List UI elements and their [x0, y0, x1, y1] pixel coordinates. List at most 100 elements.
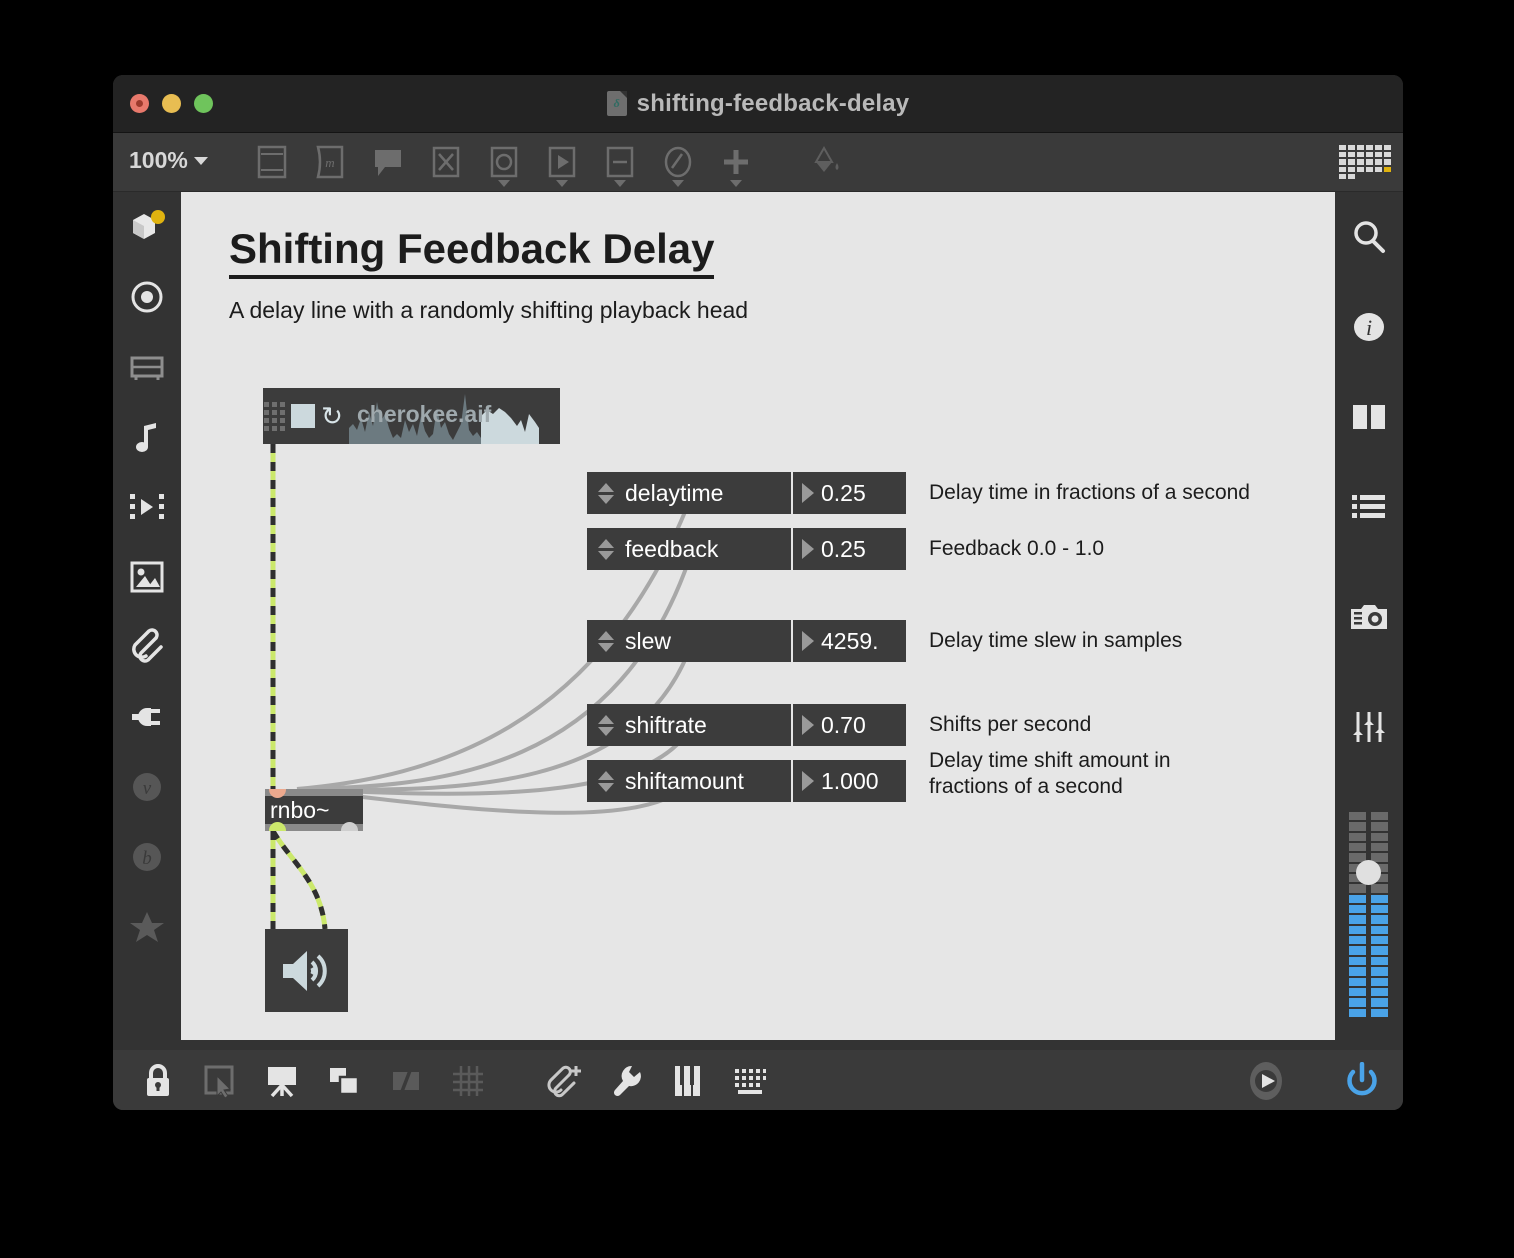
keyboard-piano-button[interactable] — [657, 1050, 719, 1110]
param-label: delaytime — [625, 479, 724, 506]
inspector-button[interactable] — [595, 1050, 657, 1110]
paint-bucket-icon[interactable] — [797, 133, 855, 191]
sidebar-item-beap[interactable]: b — [113, 822, 181, 892]
param-value: 4259. — [821, 627, 879, 654]
sidebar-list[interactable] — [1335, 462, 1403, 552]
sidebar-item-vizzie[interactable]: v — [113, 752, 181, 822]
meter-channel-right — [1371, 812, 1388, 1017]
bottom-toolbar-right — [1235, 1050, 1393, 1110]
chevron-down-icon[interactable] — [556, 180, 568, 187]
window-title: shifting-feedback-delay — [636, 89, 910, 117]
dial-gauge-icon[interactable] — [649, 133, 707, 191]
presentation-button[interactable] — [251, 1050, 313, 1110]
svg-text:i: i — [1366, 315, 1372, 340]
slider-icon[interactable] — [591, 133, 649, 191]
chevron-down-icon[interactable] — [194, 157, 208, 165]
bottom-toolbar-left — [127, 1050, 781, 1110]
param-name-box[interactable]: delaytime — [587, 472, 791, 514]
rnbo-document-icon: δ — [606, 91, 627, 116]
edit-mode-button[interactable] — [189, 1050, 251, 1110]
annotation-button[interactable] — [375, 1050, 437, 1110]
stepper-arrows-icon[interactable] — [593, 630, 619, 652]
chevron-down-icon[interactable] — [614, 180, 626, 187]
grid-snap-button[interactable] — [437, 1050, 499, 1110]
loop-icon[interactable]: ↻ — [315, 388, 349, 444]
comment-icon[interactable] — [359, 133, 417, 191]
arrange-objects-button[interactable] — [313, 1050, 375, 1110]
playlist-filename: cherokee.aif — [357, 401, 492, 427]
sidebar-item-images[interactable] — [113, 542, 181, 612]
chevron-down-icon[interactable] — [498, 180, 510, 187]
sidebar-snapshot[interactable] — [1335, 552, 1403, 682]
audio-output-object[interactable] — [265, 929, 348, 1012]
number-triangle-icon — [802, 631, 814, 651]
speaker-icon — [282, 950, 327, 991]
waveform-display[interactable]: cherokee.aif — [349, 388, 560, 444]
toolbar-icon-group: m — [243, 133, 855, 191]
object-box-icon[interactable] — [243, 133, 301, 191]
message-box-icon[interactable]: m — [301, 133, 359, 191]
window-body: v b Shifting Feedback Delay A delay line… — [113, 192, 1403, 1050]
sidebar-item-packages[interactable] — [113, 192, 181, 262]
sidebar-item-attachments[interactable] — [113, 612, 181, 682]
param-name-box[interactable]: slew — [587, 620, 791, 662]
stepper-arrows-icon[interactable] — [593, 714, 619, 736]
rnbo-object[interactable]: rnbo~ — [265, 789, 363, 831]
sidebar-search[interactable] — [1335, 192, 1403, 282]
sidebar-mixer[interactable] — [1335, 682, 1403, 772]
param-shiftamount[interactable]: shiftamount 1.000 — [587, 760, 906, 802]
param-label: feedback — [625, 535, 719, 562]
pattern-grid-icon[interactable] — [1339, 145, 1391, 179]
button-bang-icon[interactable] — [475, 133, 533, 191]
lock-button[interactable] — [127, 1050, 189, 1110]
sidebar-item-video[interactable] — [113, 472, 181, 542]
page-subtitle: A delay line with a randomly shifting pl… — [229, 297, 749, 323]
param-description: Delay time slew in samples — [929, 629, 1183, 652]
add-attachment-button[interactable] — [533, 1050, 595, 1110]
sidebar-item-favorites[interactable] — [113, 892, 181, 962]
stepper-arrows-icon[interactable] — [593, 770, 619, 792]
param-value-box[interactable]: 4259. — [793, 620, 906, 662]
sidebar-item-audio[interactable] — [113, 402, 181, 472]
sidebar-panels[interactable] — [1335, 372, 1403, 462]
sidebar-item-objects[interactable] — [113, 262, 181, 332]
toggle-icon[interactable] — [417, 133, 475, 191]
param-slew[interactable]: slew 4259. — [587, 620, 906, 662]
param-label: slew — [625, 627, 672, 654]
patcher-canvas[interactable]: Shifting Feedback Delay A delay line wit… — [181, 192, 1335, 1040]
param-value-box[interactable]: 0.25 — [793, 472, 906, 514]
chevron-down-icon[interactable] — [672, 180, 684, 187]
transport-play-button[interactable] — [1235, 1050, 1297, 1110]
chevron-down-icon[interactable] — [730, 180, 742, 187]
grip-dots-icon[interactable] — [263, 388, 285, 444]
param-shiftrate[interactable]: shiftrate 0.70 — [587, 704, 906, 746]
plus-icon[interactable] — [707, 133, 765, 191]
param-delaytime[interactable]: delaytime 0.25 — [587, 472, 906, 514]
number-triangle-icon — [802, 715, 814, 735]
param-name-box[interactable]: feedback — [587, 528, 791, 570]
stop-square[interactable] — [291, 404, 315, 428]
stepper-arrows-icon[interactable] — [593, 482, 619, 504]
param-feedback[interactable]: feedback 0.25 — [587, 528, 906, 570]
svg-text:m: m — [325, 155, 334, 170]
audio-output-meter[interactable] — [1349, 812, 1389, 1017]
playlist-object[interactable]: ↻ cherokee.aif — [263, 388, 560, 444]
rnbo-object-label: rnbo~ — [265, 796, 363, 824]
top-toolbar: 100% m — [113, 133, 1403, 192]
sidebar-item-devices[interactable] — [113, 682, 181, 752]
sidebar-info[interactable]: i — [1335, 282, 1403, 372]
param-value-box[interactable]: 0.25 — [793, 528, 906, 570]
zoom-level-label[interactable]: 100% — [129, 147, 188, 174]
param-value-box[interactable]: 1.000 — [793, 760, 906, 802]
max-patcher-window: δ shifting-feedback-delay 100% m v b Shi… — [113, 75, 1403, 1110]
volume-knob[interactable] — [1356, 860, 1381, 885]
param-name-box[interactable]: shiftrate — [587, 704, 791, 746]
playback-icon[interactable] — [533, 133, 591, 191]
audio-power-button[interactable] — [1331, 1050, 1393, 1110]
sidebar-item-rack[interactable] — [113, 332, 181, 402]
number-triangle-icon — [802, 483, 814, 503]
param-name-box[interactable]: shiftamount — [587, 760, 791, 802]
computer-keyboard-button[interactable] — [719, 1050, 781, 1110]
param-value-box[interactable]: 0.70 — [793, 704, 906, 746]
stepper-arrows-icon[interactable] — [593, 538, 619, 560]
